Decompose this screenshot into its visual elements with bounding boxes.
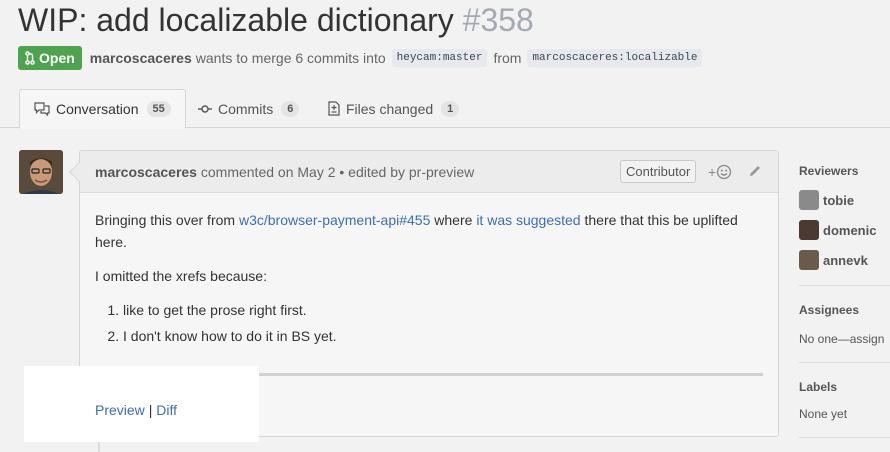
add-reaction-button[interactable]: +	[708, 164, 732, 180]
tab-commits[interactable]: Commits 6	[198, 89, 300, 128]
tab-files-label: Files changed	[346, 100, 434, 117]
sidebar-divider	[799, 437, 890, 438]
from-text: from	[493, 50, 522, 66]
edit-comment-button[interactable]	[748, 164, 762, 181]
pr-author-link[interactable]: marcoscaceres	[90, 50, 192, 66]
avatar	[799, 220, 819, 240]
list-item: like to get the prose right first.	[123, 299, 765, 321]
preview-diff-links: Preview | Diff	[95, 402, 177, 418]
pull-request-icon	[25, 51, 35, 65]
contributor-badge: Contributor	[620, 160, 697, 183]
pencil-icon	[750, 166, 760, 176]
pr-tabs: Conversation 55 Commits 6 Files changed …	[0, 89, 890, 129]
head-branch[interactable]: marcoscaceres:localizable	[527, 49, 703, 67]
preview-link[interactable]: Preview	[95, 402, 145, 418]
diff-link[interactable]: Diff	[156, 402, 177, 418]
reviewer-name: tobie	[823, 192, 855, 208]
tab-conversation-count: 55	[146, 101, 171, 117]
comment-header: marcoscaceres commented on May 2 • edite…	[80, 151, 778, 193]
comment-body: Bringing this over from w3c/browser-paym…	[95, 209, 765, 351]
reviewer-tobie[interactable]: tobie	[799, 190, 854, 210]
sidebar-divider	[799, 362, 890, 363]
comment-list: like to get the prose right first. I don…	[123, 299, 765, 347]
merge-text: wants to merge 6 commits into	[195, 50, 386, 66]
comment-text-segment: Bringing this over from	[95, 212, 239, 228]
smiley-icon	[717, 164, 732, 180]
pr-meta: Open marcoscaceres wants to merge 6 comm…	[18, 46, 708, 70]
status-label: Open	[39, 50, 75, 66]
reviewer-name: annevk	[823, 252, 868, 268]
comment-discussion-icon	[34, 102, 50, 116]
comment-text-segment: where	[430, 212, 477, 228]
link-browser-payment-api-455[interactable]: w3c/browser-payment-api#455	[239, 212, 430, 228]
comment-paragraph-1: Bringing this over from w3c/browser-paym…	[95, 209, 765, 253]
comment-paragraph-2: I omitted the xrefs because:	[95, 268, 267, 284]
base-branch[interactable]: heycam:master	[391, 49, 488, 67]
pr-title-text: WIP: add localizable dictionary	[18, 2, 454, 38]
comment-meta: commented on May 2 • edited by pr-previe…	[200, 164, 475, 180]
tab-conversation-label: Conversation	[56, 101, 139, 117]
pr-number: #358	[462, 2, 534, 38]
list-item: I don't know how to do it in BS yet.	[123, 325, 765, 347]
avatar	[799, 190, 819, 210]
link-separator: |	[148, 402, 153, 418]
status-badge: Open	[18, 46, 82, 70]
assignees-value[interactable]: No one—assign	[799, 332, 884, 346]
reviewer-domenic[interactable]: domenic	[799, 220, 876, 240]
sidebar-divider	[799, 285, 890, 286]
tab-commits-label: Commits	[218, 100, 274, 117]
avatar[interactable]	[19, 150, 63, 194]
reviewer-name: domenic	[823, 222, 877, 238]
git-commit-icon	[198, 104, 212, 113]
file-diff-icon	[328, 101, 340, 116]
labels-heading[interactable]: Labels	[799, 380, 837, 394]
labels-value: None yet	[799, 407, 848, 421]
tab-files-changed[interactable]: Files changed 1	[328, 89, 460, 128]
tab-conversation[interactable]: Conversation 55	[19, 89, 186, 129]
reviewers-heading[interactable]: Reviewers	[799, 164, 858, 178]
reaction-plus: +	[708, 164, 717, 180]
assignees-heading[interactable]: Assignees	[799, 303, 859, 317]
tab-files-count: 1	[441, 100, 460, 117]
author-avatar-image	[19, 150, 63, 194]
comment-author-link[interactable]: marcoscaceres	[95, 164, 197, 180]
tab-commits-count: 6	[281, 100, 300, 117]
pr-title: WIP: add localizable dictionary #358	[18, 2, 534, 39]
reviewer-annevk[interactable]: annevk	[799, 250, 868, 270]
link-it-was-suggested[interactable]: it was suggested	[476, 212, 580, 228]
avatar	[799, 250, 819, 270]
